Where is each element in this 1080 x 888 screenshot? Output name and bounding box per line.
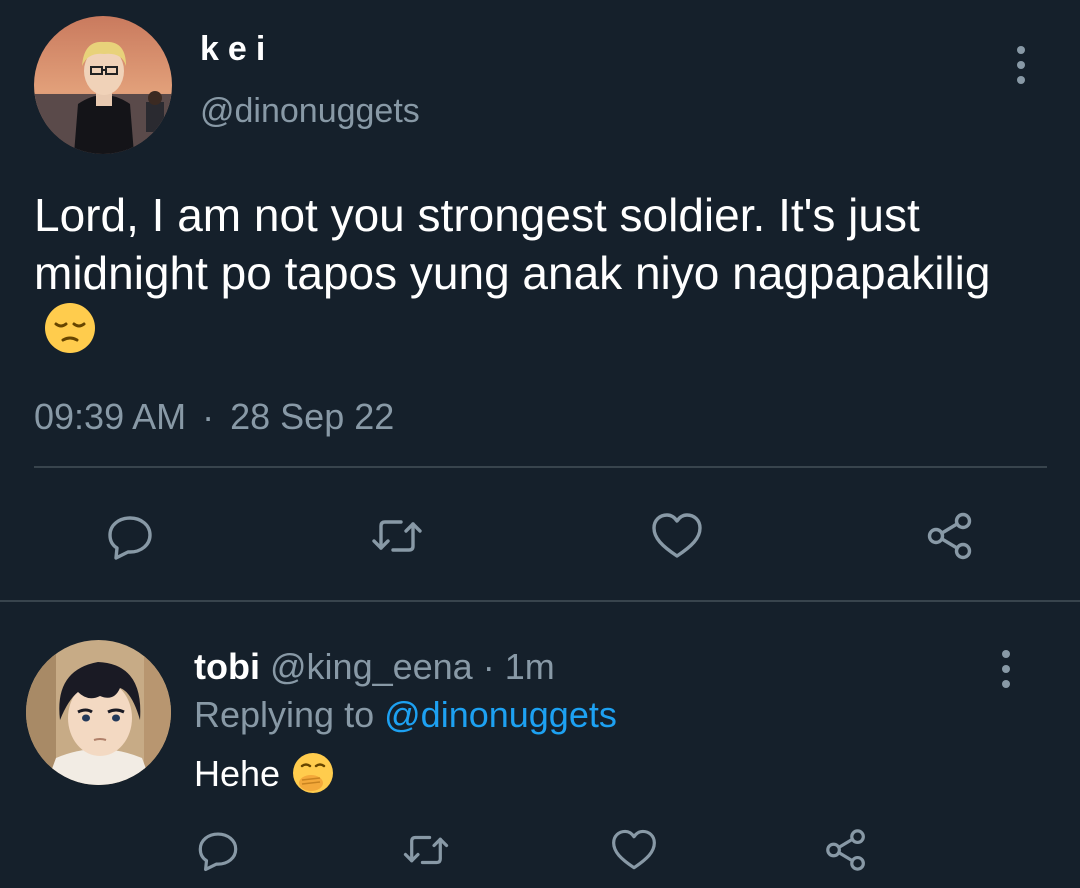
tweet-detail-screen: kei @dinonuggets Lord, I am not you stro…: [0, 0, 1080, 888]
retweet-icon: [372, 520, 422, 552]
reply-share-button[interactable]: [818, 822, 874, 878]
tweet-text: Lord, I am not you strongest soldier. It…: [34, 186, 1024, 367]
reply-icon: [198, 832, 238, 872]
tweet-time: 09:39 AM: [34, 396, 187, 437]
divider: [34, 466, 1047, 468]
reply-author-handle[interactable]: @king_eena: [270, 646, 473, 687]
like-button[interactable]: [649, 508, 705, 564]
tweet-meta: 09:39 AM · 28 Sep 22: [34, 396, 394, 438]
like-icon: [612, 829, 656, 870]
retweet-button[interactable]: [369, 508, 425, 564]
like-icon: [652, 513, 702, 558]
share-button[interactable]: [922, 508, 978, 564]
reply-button[interactable]: [102, 508, 158, 564]
tweet-text-body: Lord, I am not you strongest soldier. It…: [34, 189, 991, 299]
replying-to-mention[interactable]: @dinonuggets: [384, 694, 617, 735]
reply-time: 1m: [504, 646, 555, 687]
reply-author-avatar[interactable]: [26, 640, 171, 785]
divider: [0, 600, 1080, 602]
reply-more-options-icon[interactable]: [998, 650, 1014, 688]
meta-separator: ·: [202, 396, 215, 437]
reply-text: Hehe: [194, 752, 334, 803]
reply-header: tobi @king_eena · 1m: [194, 646, 555, 688]
share-icon: [826, 829, 865, 871]
more-options-icon[interactable]: [1013, 46, 1029, 84]
share-icon: [927, 512, 972, 560]
reply-retweet-button[interactable]: [398, 822, 454, 878]
reply-text-body: Hehe: [194, 753, 281, 794]
tweet-date: 28 Sep 22: [230, 396, 395, 437]
replying-to-label: Replying to: [194, 694, 375, 735]
author-name[interactable]: kei: [200, 30, 274, 69]
meta-separator: ·: [482, 646, 495, 687]
replying-to: Replying to @dinonuggets: [194, 694, 617, 736]
reply-like-button[interactable]: [606, 822, 662, 878]
author-avatar[interactable]: [34, 16, 172, 154]
reply-reply-button[interactable]: [190, 822, 246, 878]
pensive-face-emoji-icon: [44, 302, 96, 367]
reply-author-name[interactable]: tobi: [194, 646, 260, 687]
reply-icon: [108, 516, 152, 560]
retweet-icon: [403, 835, 449, 865]
face-with-hand-over-mouth-emoji-icon: [292, 752, 334, 803]
author-handle[interactable]: @dinonuggets: [200, 92, 420, 131]
